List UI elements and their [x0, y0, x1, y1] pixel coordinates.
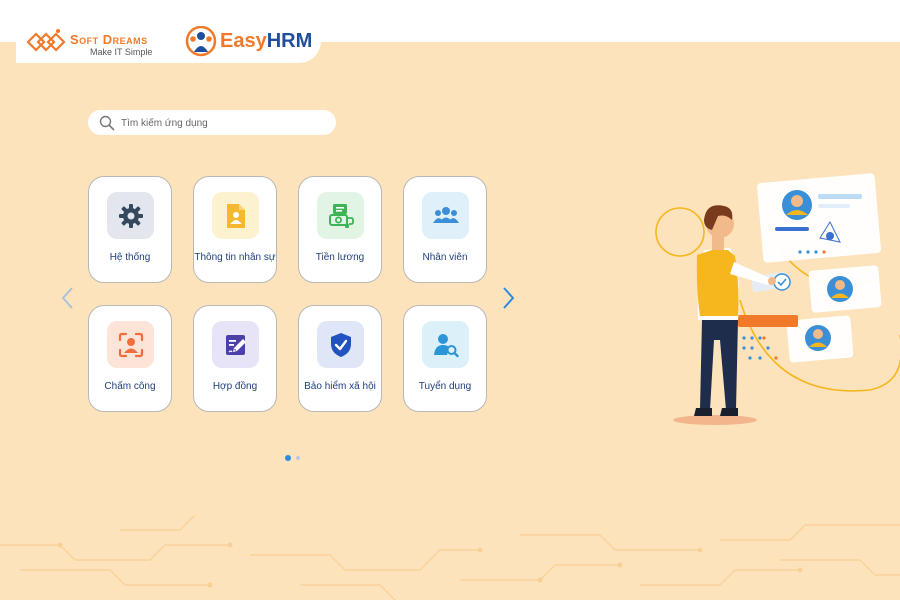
carousel-prev-arrow-icon[interactable]	[60, 285, 76, 311]
recruit-search-icon	[433, 333, 459, 357]
app-tile-hop-dong[interactable]: Hợp đồng	[193, 305, 277, 412]
app-tile-label: Tuyển dụng	[418, 381, 472, 392]
app-icon-box	[317, 192, 364, 239]
gear-icon	[118, 203, 143, 228]
app-tile-tuyen-dung[interactable]: Tuyển dụng	[403, 305, 487, 412]
circuit-pattern-decoration	[0, 515, 900, 600]
profile-document-icon	[226, 203, 245, 228]
search-input[interactable]	[119, 113, 328, 133]
app-tile-label: Hệ thống	[109, 252, 151, 263]
app-tile-label: Thông tin nhân sự	[194, 252, 276, 263]
employees-icon	[432, 206, 459, 223]
app-tile-tien-luong[interactable]: Tiền lương	[298, 176, 382, 283]
easyhrm-name-easy: Easy	[220, 30, 267, 52]
app-search-box[interactable]	[88, 110, 336, 135]
pagination-dot[interactable]	[296, 456, 300, 460]
carousel-next-arrow-icon[interactable]	[500, 285, 516, 311]
easyhrm-logo-icon	[185, 26, 217, 57]
app-tile-bao-hiem-xa-hoi[interactable]: Bảo hiểm xã hội	[298, 305, 382, 412]
search-icon	[99, 115, 115, 131]
shield-check-icon	[330, 332, 351, 357]
app-tile-thong-tin-nhan-su[interactable]: Thông tin nhân sự	[193, 176, 277, 283]
face-scan-icon	[118, 332, 143, 357]
softdreams-logo-icon	[26, 29, 66, 52]
easyhrm-name-hrm: HRM	[266, 30, 313, 52]
app-icon-box	[317, 321, 364, 368]
app-tile-label: Hợp đồng	[212, 381, 258, 392]
contract-edit-icon	[225, 334, 246, 355]
payroll-icon	[328, 203, 354, 228]
hr-illustration	[655, 173, 900, 425]
app-icon-box	[212, 321, 259, 368]
brand-header: Soft Dreams Make IT Simple EasyHRM	[16, 22, 321, 63]
app-tile-nhan-vien[interactable]: Nhân viên	[403, 176, 487, 283]
softdreams-name: Soft Dreams	[70, 32, 148, 47]
app-tile-he-thong[interactable]: Hệ thống	[88, 176, 172, 283]
pagination-dot-active[interactable]	[285, 455, 291, 461]
app-icon-box	[422, 321, 469, 368]
app-tile-label: Tiền lương	[315, 252, 365, 263]
app-tile-label: Nhân viên	[422, 252, 468, 263]
app-tile-label: Bảo hiểm xã hội	[304, 381, 376, 392]
app-icon-box	[107, 321, 154, 368]
app-icon-box	[212, 192, 259, 239]
app-icon-box	[422, 192, 469, 239]
app-tile-cham-cong[interactable]: Chấm công	[88, 305, 172, 412]
easyhrm-name: EasyHRM	[220, 30, 312, 53]
app-tile-label: Chấm công	[104, 381, 156, 392]
app-icon-box	[107, 192, 154, 239]
softdreams-tagline: Make IT Simple	[90, 47, 153, 57]
